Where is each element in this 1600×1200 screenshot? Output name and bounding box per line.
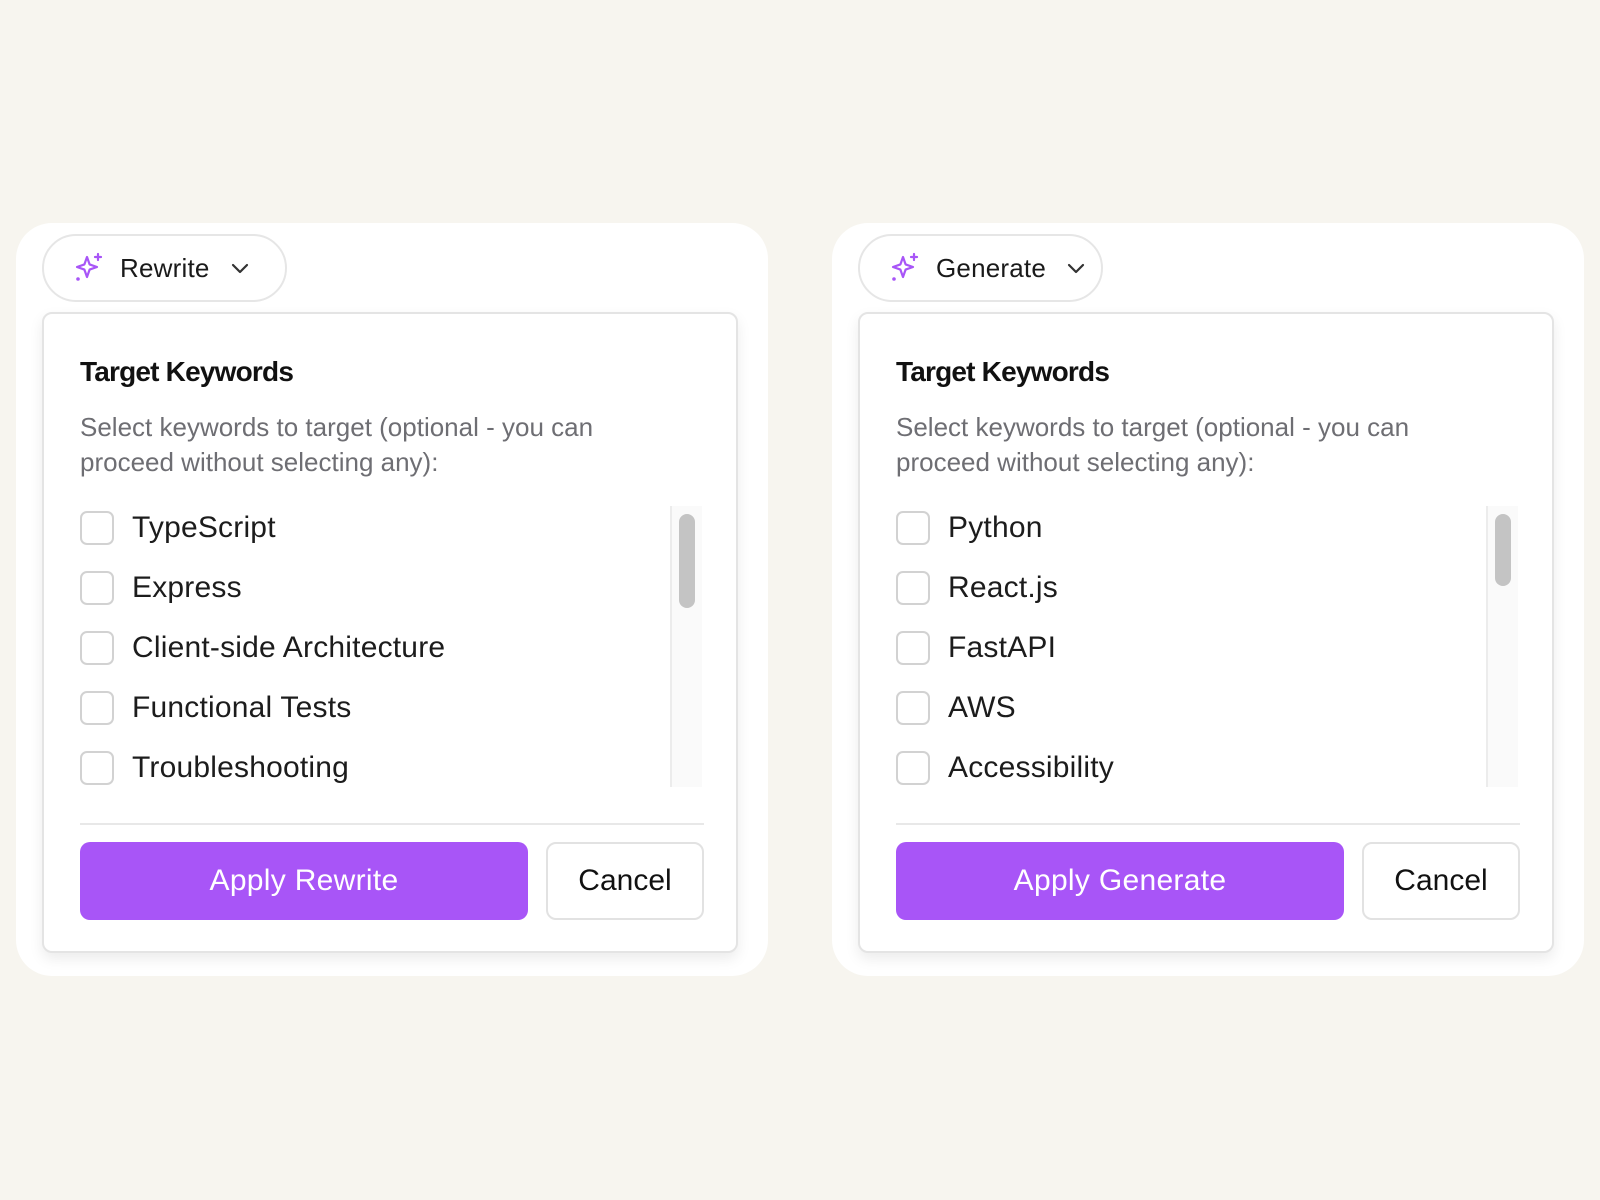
keyword-card: Target Keywords Select keywords to targe…	[858, 312, 1554, 953]
divider	[80, 823, 704, 825]
checkbox[interactable]	[80, 691, 114, 725]
mode-label: Rewrite	[120, 252, 210, 283]
rewrite-panel: Rewrite Target Keywords Select keywords …	[16, 223, 768, 976]
checkbox[interactable]	[896, 511, 930, 545]
cancel-button[interactable]: Cancel	[546, 842, 704, 920]
keyword-item[interactable]: AWS	[896, 688, 1016, 728]
card-title: Target Keywords	[80, 356, 294, 387]
chevron-down-icon	[228, 256, 252, 280]
keyword-label: Functional Tests	[132, 691, 352, 724]
generate-panel: Generate Target Keywords Select keywords…	[832, 223, 1584, 976]
checkbox[interactable]	[896, 751, 930, 785]
keyword-list: Python React.js FastAPI AWS Accessibilit…	[896, 506, 1520, 787]
sparkle-icon	[72, 251, 106, 285]
keyword-label: FastAPI	[948, 631, 1057, 664]
keyword-label: AWS	[948, 691, 1016, 724]
keyword-item[interactable]: Accessibility	[896, 748, 1114, 787]
card-description: Select keywords to target (optional - yo…	[896, 412, 1410, 477]
sparkle-icon	[888, 251, 922, 285]
checkbox[interactable]	[80, 511, 114, 545]
keyword-item[interactable]: Functional Tests	[80, 688, 351, 728]
keyword-card: Target Keywords Select keywords to targe…	[42, 312, 738, 953]
mode-dropdown[interactable]: Rewrite	[42, 234, 287, 302]
keyword-item[interactable]: Client-side Architecture	[80, 628, 445, 668]
chevron-down-icon	[1064, 256, 1088, 280]
keyword-item[interactable]: Troubleshooting	[80, 748, 349, 787]
keyword-label: Express	[132, 571, 242, 604]
keyword-label: Python	[948, 511, 1043, 544]
checkbox[interactable]	[896, 691, 930, 725]
mode-dropdown[interactable]: Generate	[858, 234, 1103, 302]
scrollbar-thumb[interactable]	[679, 514, 695, 608]
checkbox[interactable]	[80, 631, 114, 665]
card-title: Target Keywords	[896, 356, 1110, 387]
keyword-item[interactable]: FastAPI	[896, 628, 1056, 668]
checkbox[interactable]	[896, 631, 930, 665]
keyword-label: React.js	[948, 571, 1058, 604]
apply-generate-button[interactable]: Apply Generate	[896, 842, 1344, 920]
checkbox[interactable]	[896, 571, 930, 605]
keyword-label: Troubleshooting	[132, 751, 350, 784]
keyword-label: Accessibility	[948, 751, 1114, 784]
keyword-item[interactable]: TypeScript	[80, 508, 276, 548]
card-description: Select keywords to target (optional - yo…	[80, 412, 594, 477]
keyword-item[interactable]: React.js	[896, 568, 1058, 608]
keyword-item[interactable]: Express	[80, 568, 242, 608]
mode-label: Generate	[936, 252, 1047, 283]
keyword-item[interactable]: Python	[896, 508, 1043, 548]
scrollbar[interactable]	[670, 506, 702, 787]
keyword-label: Client-side Architecture	[132, 631, 446, 664]
scrollbar[interactable]	[1486, 506, 1518, 787]
keyword-label: TypeScript	[132, 511, 276, 544]
checkbox[interactable]	[80, 751, 114, 785]
divider	[896, 823, 1520, 825]
scrollbar-thumb[interactable]	[1495, 514, 1511, 586]
cancel-button[interactable]: Cancel	[1362, 842, 1520, 920]
checkbox[interactable]	[80, 571, 114, 605]
apply-rewrite-button[interactable]: Apply Rewrite	[80, 842, 528, 920]
keyword-list: TypeScript Express Client-side Architect…	[80, 506, 704, 787]
